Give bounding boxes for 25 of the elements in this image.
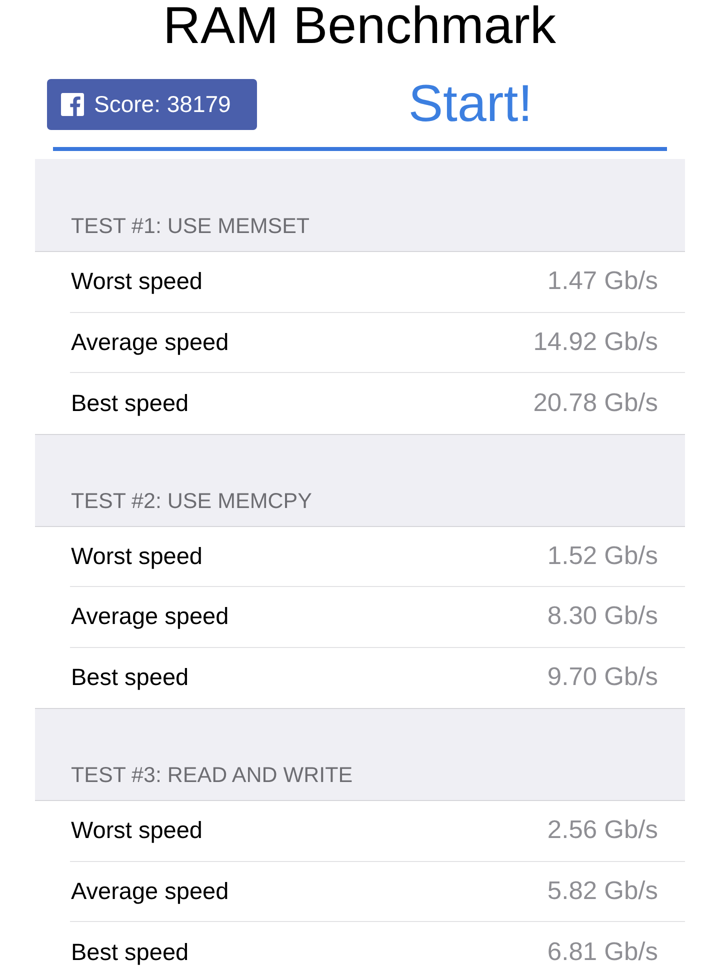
speed-value: 1.52 Gb/s — [547, 542, 658, 571]
f-square-icon — [61, 92, 84, 116]
speed-value: 8.30 Gb/s — [547, 602, 658, 632]
app-title: RAM Benchmark — [162, 0, 557, 52]
section-header: TEST #2: USE MEMCPY — [35, 434, 685, 526]
section-header: TEST #1: USE MEMSET — [35, 159, 685, 252]
speed-value: 5.82 Gb/s — [547, 876, 658, 906]
metric-label: Best speed — [71, 938, 189, 966]
start-button[interactable]: Start! — [408, 76, 533, 132]
section-header: TEST #3: READ AND WRITE — [35, 708, 685, 801]
metric-label: Best speed — [71, 390, 189, 417]
metric-label: Best speed — [71, 664, 189, 692]
metric-label: Worst speed — [71, 268, 202, 296]
speed-value: 1.47 Gb/s — [547, 267, 658, 296]
speed-value: 9.70 Gb/s — [547, 663, 658, 692]
metric-label: Average speed — [71, 878, 229, 905]
metric-label: Worst speed — [71, 817, 202, 844]
score-share-button[interactable]: Score: 38179 — [47, 78, 257, 130]
metric-label: Worst speed — [71, 542, 202, 570]
metric-label: Average speed — [71, 328, 229, 356]
speed-value: 14.92 Gb/s — [533, 328, 658, 357]
speed-value: 6.81 Gb/s — [547, 938, 658, 967]
metric-label: Average speed — [71, 603, 229, 630]
speed-value: 2.56 Gb/s — [547, 816, 658, 846]
speed-value: 20.78 Gb/s — [533, 388, 658, 418]
